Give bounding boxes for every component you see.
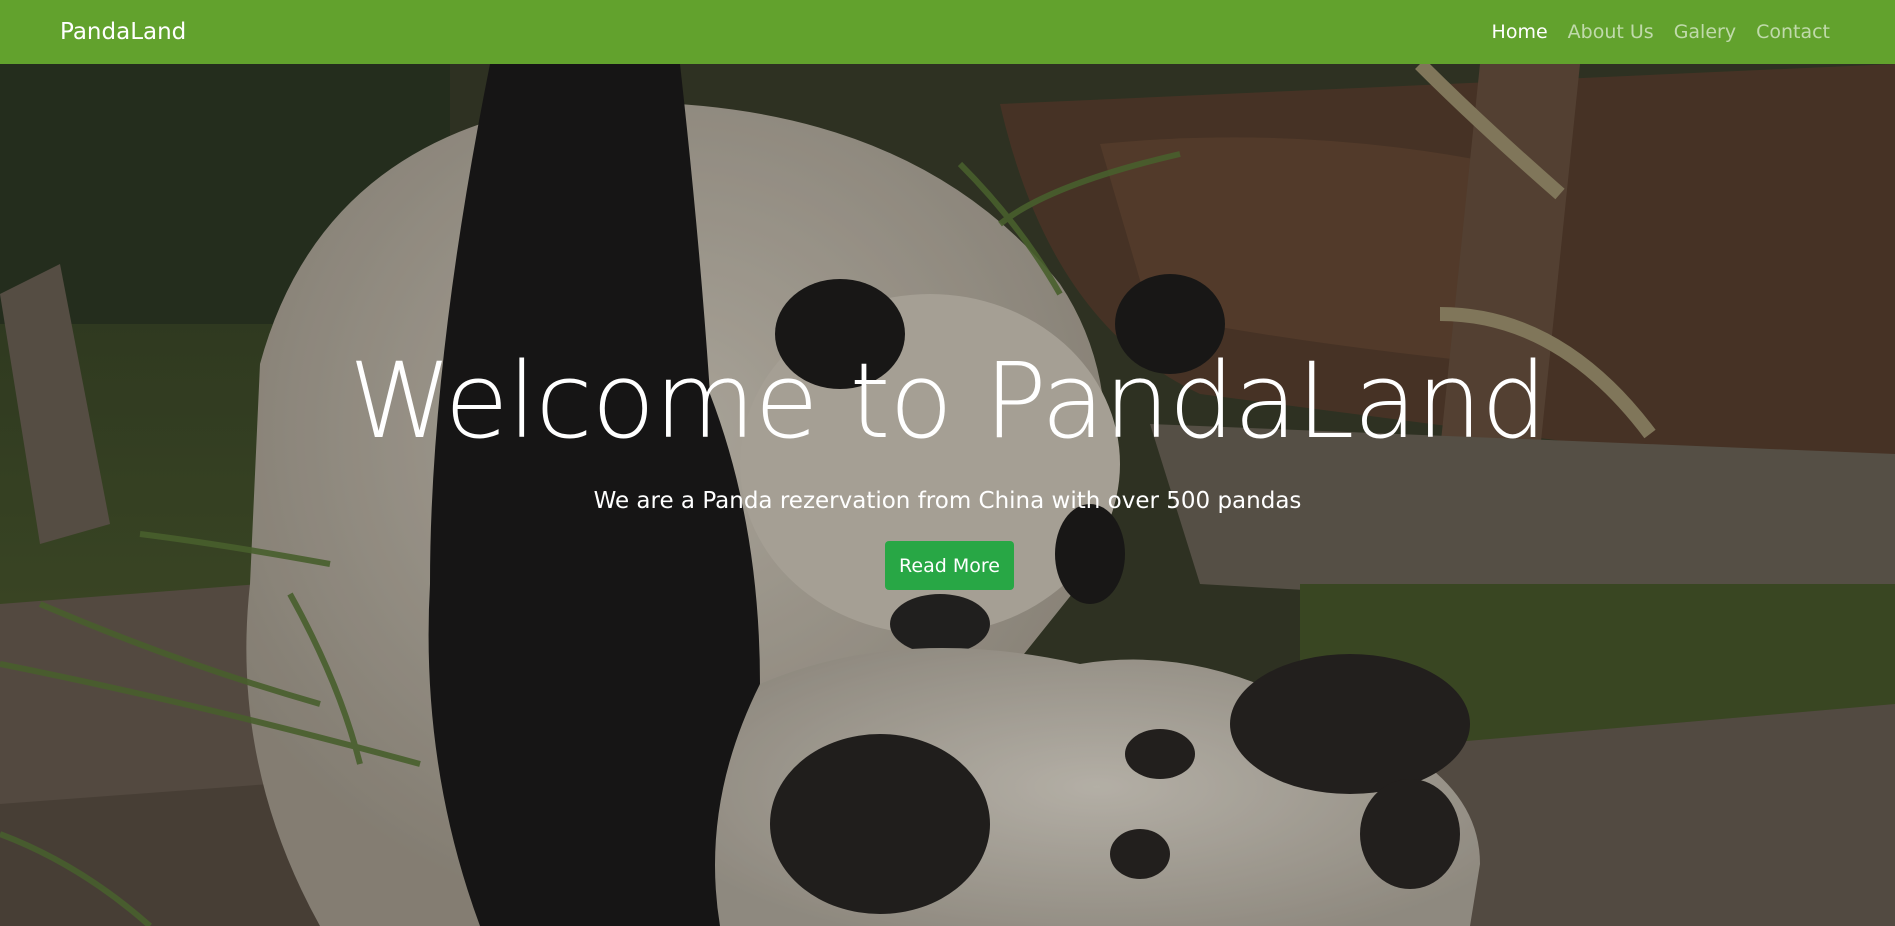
read-more-button[interactable]: Read More [885, 541, 1014, 590]
hero-content: Welcome to PandaLand We are a Panda reze… [0, 64, 1895, 926]
hero-section: Welcome to PandaLand We are a Panda reze… [0, 64, 1895, 926]
nav-links: Home About Us Galery Contact [1492, 21, 1830, 43]
navbar: PandaLand Home About Us Galery Contact [0, 0, 1895, 64]
nav-link-about-us[interactable]: About Us [1568, 21, 1654, 43]
page: PandaLand Home About Us Galery Contact W… [0, 0, 1895, 926]
nav-link-home[interactable]: Home [1492, 21, 1548, 43]
hero-subtitle: We are a Panda rezervation from China wi… [593, 488, 1302, 514]
brand-link[interactable]: PandaLand [60, 19, 186, 45]
hero-title: Welcome to PandaLand [348, 340, 1547, 462]
nav-link-galery[interactable]: Galery [1674, 21, 1736, 43]
nav-link-contact[interactable]: Contact [1756, 21, 1830, 43]
